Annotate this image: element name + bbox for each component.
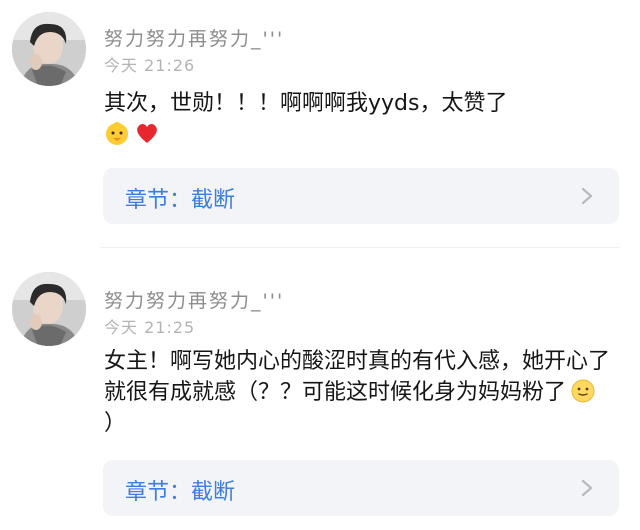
chapter-label: 章节：截断 (125, 480, 236, 505)
username[interactable]: 努力努力再努力_''' (104, 24, 284, 51)
comment-time: 今天 21:26 (104, 56, 196, 75)
chick-emoji-icon (104, 120, 130, 146)
comment-text: 女主！啊写她内心的酸涩时真的有代入感，她开心了就很有成就感（？？可能这时候化身为… (104, 346, 616, 439)
chapter-label: 章节：截断 (125, 188, 236, 213)
smiling-face-emoji-icon (570, 378, 596, 404)
chapter-link[interactable]: 章节：截断 (103, 460, 619, 516)
comment-text-body: 其次，世勋！！！啊啊啊我yyds，太赞了 (104, 91, 508, 116)
username[interactable]: 努力努力再努力_''' (104, 286, 284, 313)
chevron-right-icon (581, 479, 593, 497)
red-heart-emoji-icon (134, 120, 160, 146)
avatar[interactable] (12, 272, 86, 346)
comment-item: 努力努力再努力_''' 今天 21:25 女主！啊写她内心的酸涩时真的有代入感，… (0, 258, 640, 530)
chapter-link[interactable]: 章节：截断 (103, 168, 619, 224)
avatar[interactable] (12, 12, 86, 86)
comment-text-end: ） (104, 411, 127, 436)
comment-text: 其次，世勋！！！啊啊啊我yyds，太赞了 (104, 88, 616, 150)
comment-time: 今天 21:25 (104, 318, 196, 337)
divider (100, 247, 620, 248)
comment-text-body: 女主！啊写她内心的酸涩时真的有代入感，她开心了就很有成就感（？？可能这时候化身为… (104, 349, 611, 405)
comment-item: 努力努力再努力_''' 今天 21:26 其次，世勋！！！啊啊啊我yyds，太赞… (0, 0, 640, 245)
chevron-right-icon (581, 187, 593, 205)
